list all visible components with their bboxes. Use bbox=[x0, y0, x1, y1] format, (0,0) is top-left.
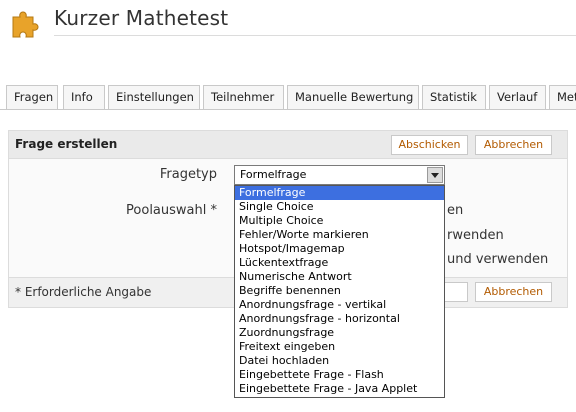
option-anordnung-vertikal[interactable]: Anordnungsfrage - vertikal bbox=[235, 298, 444, 312]
pool-option-2-text: rwenden bbox=[447, 228, 504, 243]
cancel-button-bottom[interactable]: Abbrechen bbox=[475, 282, 552, 302]
pool-option-3-text: und verwenden bbox=[447, 252, 549, 267]
header-divider bbox=[54, 35, 576, 36]
tab-manuelle-bewertung[interactable]: Manuelle Bewertung bbox=[287, 85, 419, 109]
chevron-down-icon[interactable] bbox=[427, 167, 443, 183]
option-anordnung-horizontal[interactable]: Anordnungsfrage - horizontal bbox=[235, 312, 444, 326]
option-multiple-choice[interactable]: Multiple Choice bbox=[235, 214, 444, 228]
fragetyp-label: Fragetyp bbox=[159, 167, 217, 182]
submit-button[interactable]: Abschicken bbox=[391, 135, 468, 155]
question-type-select[interactable]: Formelfrage bbox=[234, 165, 445, 185]
option-single-choice[interactable]: Single Choice bbox=[235, 200, 444, 214]
option-lueckentext[interactable]: Lückentextfrage bbox=[235, 256, 444, 270]
poolauswahl-label: Poolauswahl * bbox=[126, 203, 217, 218]
option-begriffe[interactable]: Begriffe benennen bbox=[235, 284, 444, 298]
tab-verlauf[interactable]: Verlauf bbox=[489, 85, 546, 109]
option-datei[interactable]: Datei hochladen bbox=[235, 354, 444, 368]
option-formelfrage[interactable]: Formelfrage bbox=[235, 186, 444, 200]
question-type-dropdown: Formelfrage Single Choice Multiple Choic… bbox=[234, 185, 445, 398]
tab-statistik[interactable]: Statistik bbox=[422, 85, 486, 109]
header: Kurzer Mathetest bbox=[0, 0, 576, 46]
tab-fragen[interactable]: Fragen bbox=[6, 85, 58, 109]
panel-header: Frage erstellen Abschicken Abbrechen bbox=[9, 131, 567, 159]
option-flash[interactable]: Eingebettete Frage - Flash bbox=[235, 368, 444, 382]
option-zuordnung[interactable]: Zuordnungsfrage bbox=[235, 326, 444, 340]
tab-einstellungen[interactable]: Einstellungen bbox=[108, 85, 200, 109]
pool-option-1-text: en bbox=[447, 203, 464, 218]
select-value: Formelfrage bbox=[240, 168, 307, 181]
panel-title: Frage erstellen bbox=[15, 137, 118, 151]
option-freitext[interactable]: Freitext eingeben bbox=[235, 340, 444, 354]
page-title: Kurzer Mathetest bbox=[54, 6, 229, 30]
option-fehler-worte[interactable]: Fehler/Worte markieren bbox=[235, 228, 444, 242]
tab-teilnehmer[interactable]: Teilnehmer bbox=[203, 85, 284, 109]
tab-bar: Fragen Info Einstellungen Teilnehmer Man… bbox=[6, 85, 576, 109]
required-note: * Erforderliche Angabe bbox=[15, 285, 152, 299]
option-java-applet[interactable]: Eingebettete Frage - Java Applet bbox=[235, 382, 444, 396]
puzzle-icon bbox=[12, 11, 39, 38]
option-numerisch[interactable]: Numerische Antwort bbox=[235, 270, 444, 284]
option-hotspot[interactable]: Hotspot/Imagemap bbox=[235, 242, 444, 256]
tab-info[interactable]: Info bbox=[63, 85, 105, 109]
tab-more[interactable]: Met bbox=[549, 85, 576, 109]
cancel-button[interactable]: Abbrechen bbox=[475, 135, 552, 155]
tabs-divider bbox=[0, 109, 576, 110]
